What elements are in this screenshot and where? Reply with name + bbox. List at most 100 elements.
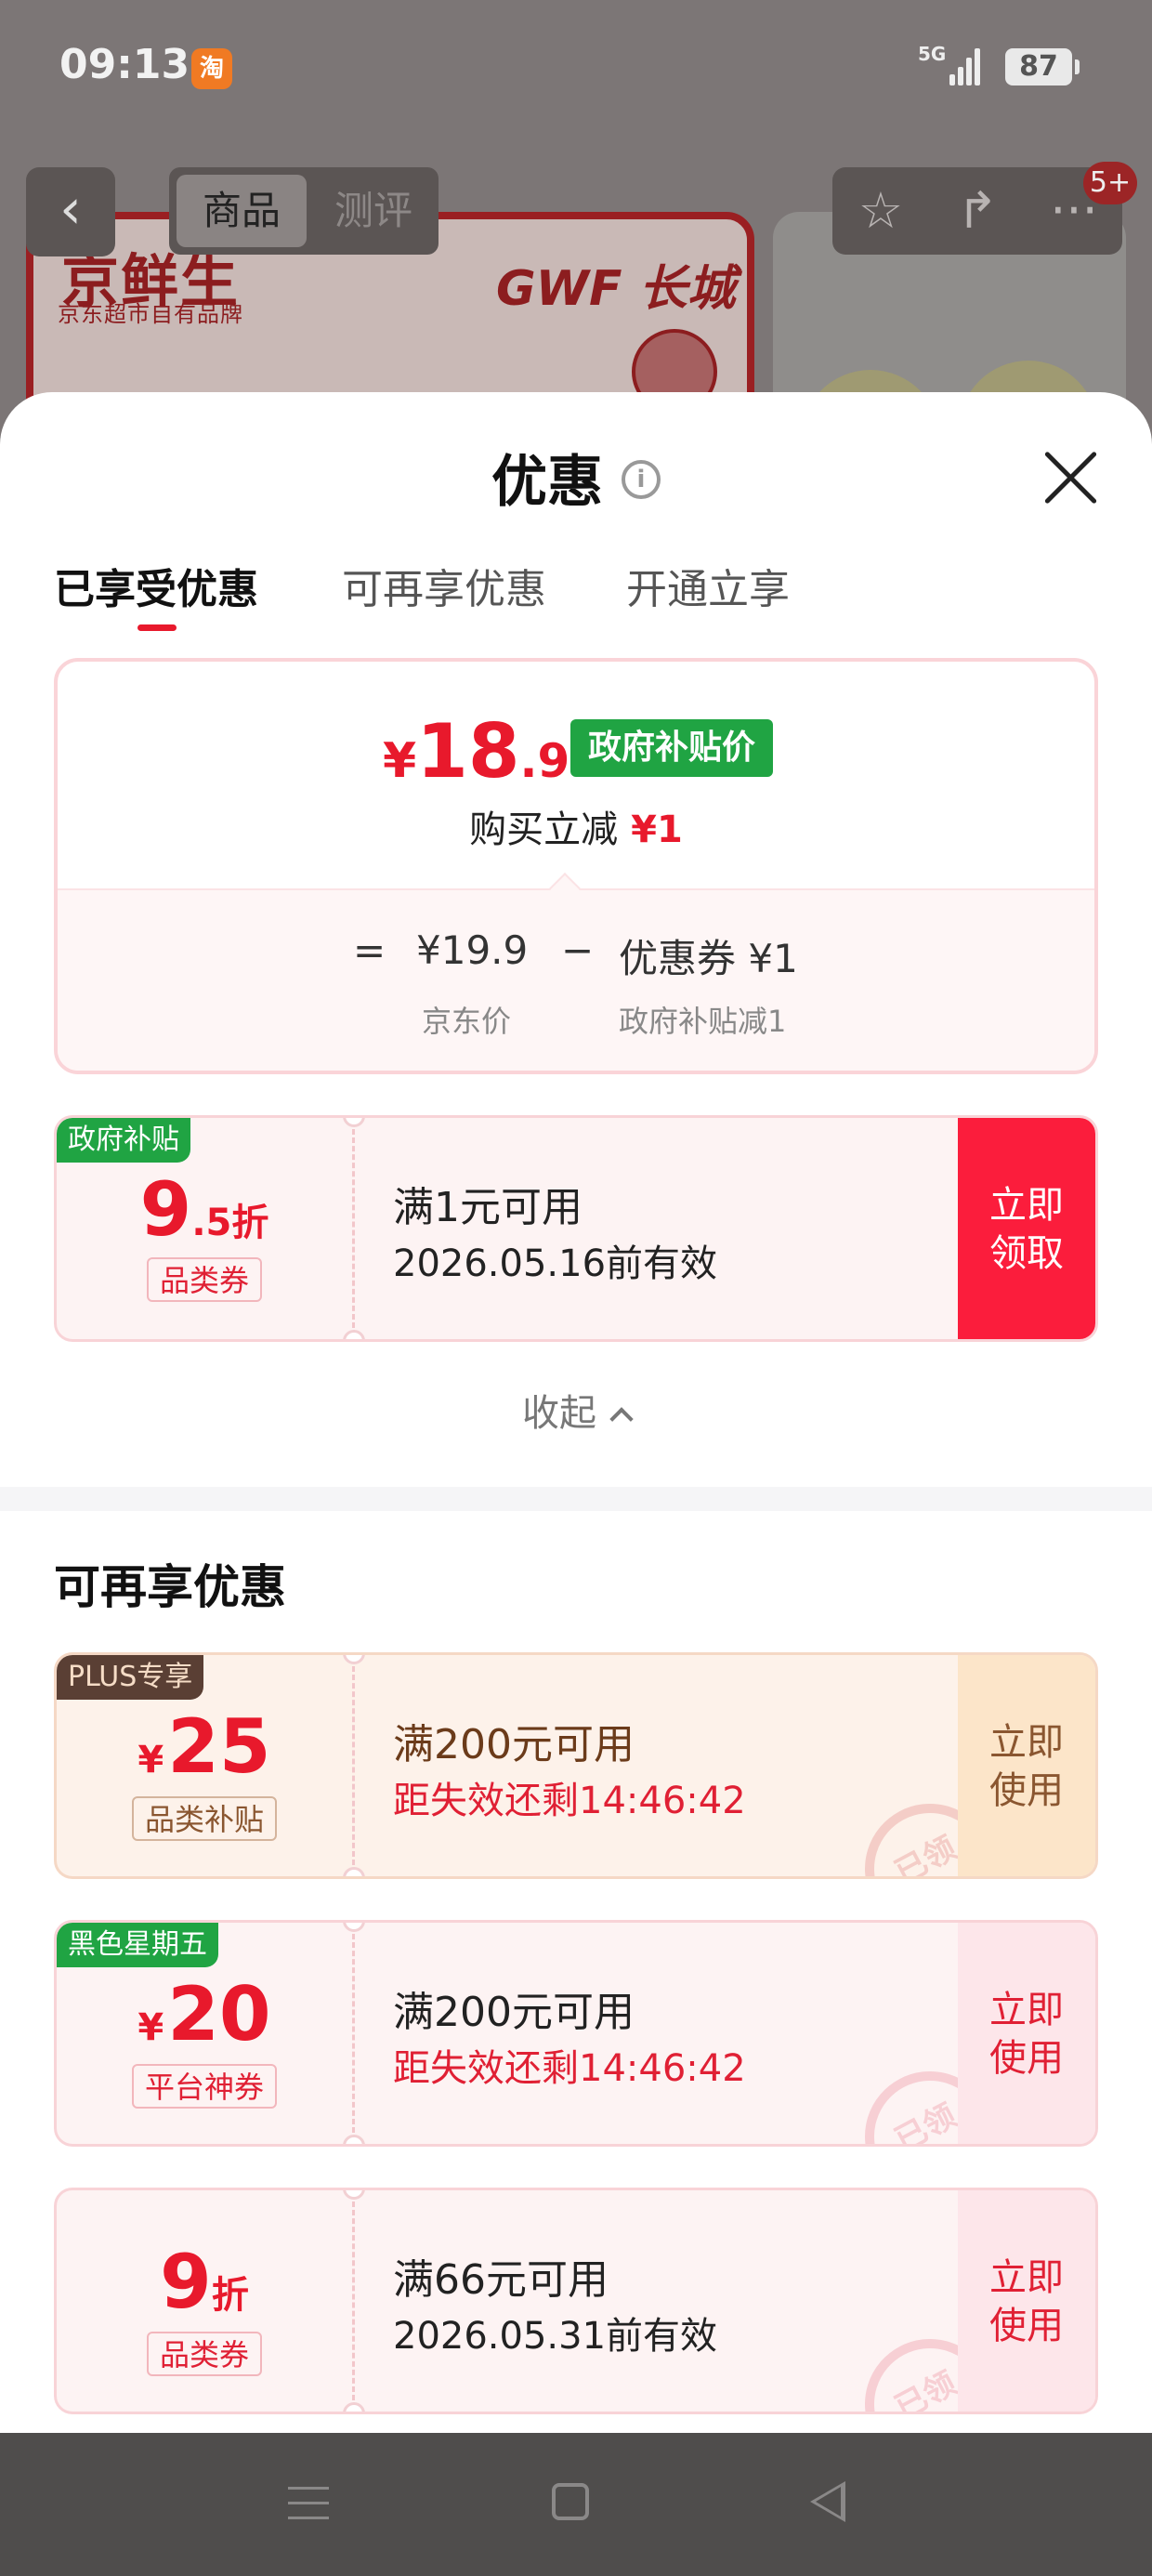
close-icon[interactable] [1041,448,1100,507]
coupon-notch [343,2190,365,2200]
menu-icon[interactable] [288,2487,329,2520]
coupon-divider [352,1129,355,1328]
coupon-condition: 满66元可用 [393,2256,609,2304]
sheet-title-row: 优惠 i [0,437,1152,518]
buy-reduce-label: 购买立减 [469,808,619,851]
battery-indicator: 87 [1005,48,1080,85]
coupon-corner-tag: PLUS专享 [57,1655,204,1700]
coupon-amount: ¥25 [57,1703,352,1790]
message-badge: 5+ [1083,162,1137,204]
coupon-card-black-friday: 黑色星期五 ¥20 平台神券 满200元可用 距失效还剩14:46:42 已领 … [54,1920,1098,2147]
status-bar: 09:13 淘 5G 87 [0,0,1152,139]
price-currency: ¥ [383,733,417,789]
coupon-amount: ¥20 [57,1971,352,2057]
claim-coupon-button[interactable]: 立即领取 [958,1118,1095,1339]
coupon-corner-tag: 政府补贴 [57,1118,190,1163]
coupon-amount-big: 9 [160,2239,212,2325]
coupon-amount-unit: .5折 [191,1202,269,1244]
coupon-currency: ¥ [137,1739,164,1781]
final-price: ¥18.9 [383,708,569,795]
more-section-title: 可再享优惠 [54,1560,286,1614]
tab-more-available[interactable]: 可再享优惠 [342,556,546,615]
chevron-up-icon [609,1407,634,1431]
coupon-countdown: 距失效还剩14:46:42 [393,1780,746,1822]
coupon-reduce: 优惠券 ¥1 [619,936,798,981]
claim-button-label: 立即领取 [989,1184,1064,1275]
share-icon[interactable]: ↱ [929,167,1026,255]
discount-tabs: 已享受优惠 可再享优惠 开通立享 [54,556,1113,631]
buy-reduce-line: 购买立减 ¥1 [58,799,1094,853]
coupon-card: 政府补贴 9.5折 品类券 满1元可用 2026.05.16前有效 立即领取 [54,1115,1098,1342]
back-nav-icon[interactable] [810,2481,845,2522]
coupon-notch [343,1118,365,1127]
product-nav-actions: ☆ ↱ ··· [832,167,1122,255]
coupon-notch [343,2402,365,2412]
use-button-label: 立即使用 [989,2256,1064,2347]
minus-sign: − [561,927,595,973]
coupon-type: 品类补贴 [57,1796,352,1841]
tab-activate[interactable]: 开通立享 [626,556,790,615]
collapse-button[interactable]: 收起 [0,1383,1152,1437]
coupon-type: 品类券 [57,2332,352,2376]
signal-icon [948,46,981,85]
brand-subtitle: 京东超市自有品牌 [58,301,243,327]
coupon-notch [343,1330,365,1339]
equals-sign: = [353,927,386,973]
tab-product[interactable]: 商品 [177,175,307,247]
price-decimal: .9 [519,734,570,788]
taobao-app-icon: 淘 [191,48,232,89]
back-icon[interactable]: ‹ [26,167,115,256]
brand-logo: GWF 长城 [496,261,736,317]
coupon-currency: ¥ [137,2006,164,2049]
info-icon[interactable]: i [622,460,661,500]
coupon-condition: 满200元可用 [393,1721,635,1768]
coupon-notch [343,2135,365,2144]
jd-price: ¥19.9 [416,927,529,973]
coupon-card-discount: 9折 品类券 满66元可用 2026.05.31前有效 已领 立即使用 [54,2188,1098,2414]
coupon-expiry: 2026.05.31前有效 [393,2315,718,2358]
status-time: 09:13 [59,41,190,88]
price-summary-card: ¥18.9 政府补贴价 购买立减 ¥1 = ¥19.9 − 优惠券 ¥1 京东价 … [54,658,1098,1074]
use-button-label: 立即使用 [989,1989,1064,2080]
network-type: 5G [918,43,947,65]
coupon-type-label: 品类补贴 [131,1796,277,1841]
star-icon[interactable]: ☆ [832,167,929,255]
coupon-type: 平台神券 [57,2064,352,2109]
coupon-type-label: 品类券 [146,2332,262,2376]
coupon-divider [352,1666,355,1865]
coupon-type-label: 平台神券 [131,2064,277,2109]
coupon-notch [343,1867,365,1876]
coupon-amount-big: 20 [167,1971,271,2057]
coupon-divider [352,2201,355,2400]
coupon-countdown: 距失效还剩14:46:42 [393,2047,746,2090]
buy-reduce-amount: ¥1 [631,808,683,851]
gov-subsidy-price-tag: 政府补贴价 [570,719,773,777]
coupon-type-label: 品类券 [146,1257,262,1302]
coupon-amount-unit: 折 [211,2274,249,2317]
price-breakdown [58,888,1094,1071]
product-page-background: 京鲜生 京东超市自有品牌 GWF 长城 09:13 淘 5G 87 ‹ 商品 测… [0,0,1152,437]
tab-enjoyed[interactable]: 已享受优惠 [54,556,258,615]
use-coupon-button[interactable]: 立即使用 [958,2190,1095,2412]
use-button-label: 立即使用 [989,1721,1064,1812]
tab-review[interactable]: 测评 [318,175,429,247]
section-separator [0,1487,1152,1511]
home-icon[interactable] [552,2483,589,2520]
use-coupon-button[interactable]: 立即使用 [958,1655,1095,1876]
coupon-amount-big: 25 [167,1703,271,1790]
coupon-notch [343,1655,365,1664]
tab-active-indicator [137,624,177,631]
coupon-divider [352,1934,355,2133]
coupon-amount-big: 9 [139,1166,192,1253]
coupon-reduce-label: 政府补贴减1 [619,1004,787,1039]
product-nav-tabs: 商品 测评 [169,167,439,255]
system-nav-bar [0,2433,1152,2576]
coupon-notch [343,1923,365,1932]
coupon-amount: 9.5折 [57,1166,352,1253]
coupon-amount: 9折 [57,2239,352,2325]
price-integer: 18 [416,708,520,795]
sheet-title: 优惠 [491,450,603,515]
coupon-condition: 满200元可用 [393,1989,635,2036]
use-coupon-button[interactable]: 立即使用 [958,1923,1095,2144]
discount-sheet: 优惠 i 已享受优惠 可再享优惠 开通立享 ¥18.9 政府补贴价 购买立减 ¥1 … [0,392,1152,2433]
